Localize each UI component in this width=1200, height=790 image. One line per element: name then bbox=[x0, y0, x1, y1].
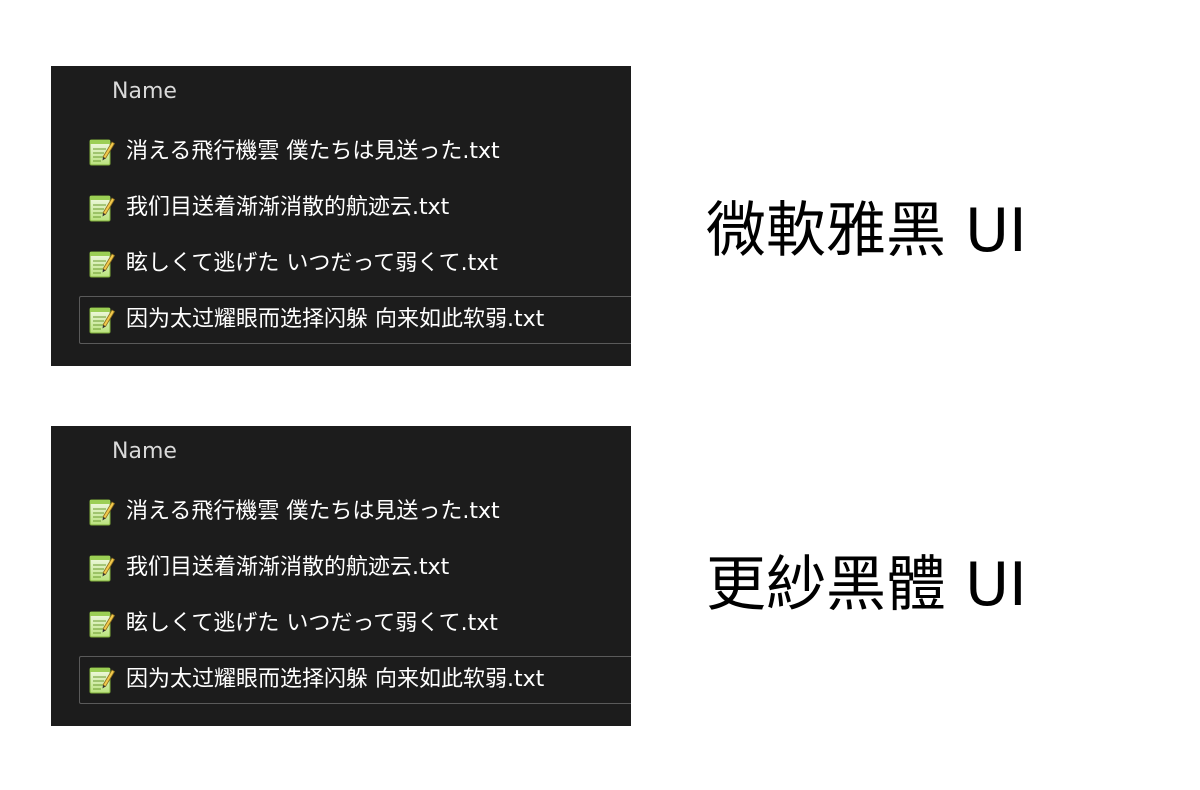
file-name: 我们目送着渐渐消散的航迹云.txt bbox=[126, 195, 450, 220]
file-item[interactable]: 消える飛行機雲 僕たちは見送った.txt bbox=[79, 488, 631, 536]
name-column-header[interactable]: Name bbox=[112, 438, 177, 466]
file-name: 消える飛行機雲 僕たちは見送った.txt bbox=[126, 499, 500, 524]
notepad-file-icon bbox=[88, 136, 116, 168]
file-item-focused[interactable]: 因为太过耀眼而选择闪躲 向来如此软弱.txt bbox=[79, 296, 631, 344]
file-item[interactable]: 眩しくて逃げた いつだって弱くて.txt bbox=[79, 240, 631, 288]
file-list: 消える飛行機雲 僕たちは見送った.txt 我们目送着渐渐消散的航迹云.txt 眩… bbox=[51, 488, 631, 712]
file-name: 因为太过耀眼而选择闪躲 向来如此软弱.txt bbox=[126, 307, 545, 332]
file-list: 消える飛行機雲 僕たちは見送った.txt 我们目送着渐渐消散的航迹云.txt 眩… bbox=[51, 128, 631, 352]
notepad-file-icon bbox=[88, 496, 116, 528]
notepad-file-icon bbox=[88, 552, 116, 584]
font-name-caption: 更紗黑體 UI bbox=[706, 550, 1027, 620]
file-item[interactable]: 眩しくて逃げた いつだって弱くて.txt bbox=[79, 600, 631, 648]
file-item[interactable]: 我们目送着渐渐消散的航迹云.txt bbox=[79, 544, 631, 592]
file-name: 我们目送着渐渐消散的航迹云.txt bbox=[126, 555, 450, 580]
notepad-file-icon bbox=[88, 304, 116, 336]
notepad-file-icon bbox=[88, 192, 116, 224]
file-name: 因为太过耀眼而选择闪躲 向来如此软弱.txt bbox=[126, 667, 545, 692]
file-name: 消える飛行機雲 僕たちは見送った.txt bbox=[126, 139, 500, 164]
file-explorer-panel: Name 消える飛行機雲 僕たちは見送った.txt 我们目送着渐渐消散的航迹云.… bbox=[51, 66, 631, 366]
name-column-header[interactable]: Name bbox=[112, 78, 177, 106]
file-explorer-panel: Name 消える飛行機雲 僕たちは見送った.txt 我们目送着渐渐消散的航迹云.… bbox=[51, 426, 631, 726]
file-item[interactable]: 我们目送着渐渐消散的航迹云.txt bbox=[79, 184, 631, 232]
notepad-file-icon bbox=[88, 248, 116, 280]
file-name: 眩しくて逃げた いつだって弱くて.txt bbox=[126, 251, 498, 276]
file-item-focused[interactable]: 因为太过耀眼而选择闪躲 向来如此软弱.txt bbox=[79, 656, 631, 704]
file-item[interactable]: 消える飛行機雲 僕たちは見送った.txt bbox=[79, 128, 631, 176]
notepad-file-icon bbox=[88, 664, 116, 696]
notepad-file-icon bbox=[88, 608, 116, 640]
file-name: 眩しくて逃げた いつだって弱くて.txt bbox=[126, 611, 498, 636]
font-name-caption: 微軟雅黑 UI bbox=[706, 196, 1027, 266]
